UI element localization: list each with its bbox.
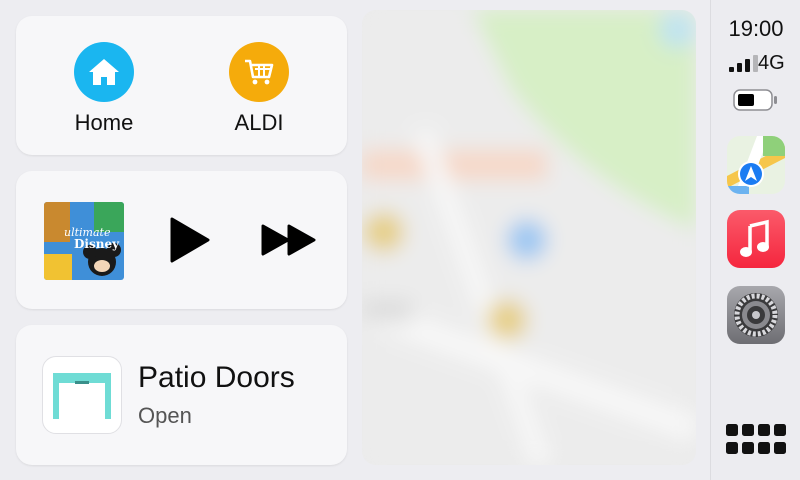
app-grid-icon[interactable]	[726, 424, 786, 458]
accessory-title: Patio Doors	[138, 361, 295, 394]
now-playing-card: ultimate Disney	[16, 171, 347, 309]
destination-aldi-label: ALDI	[234, 110, 284, 135]
play-button[interactable]	[166, 217, 212, 263]
destination-aldi[interactable]: ALDI	[199, 42, 319, 136]
settings-gear-icon[interactable]	[727, 286, 785, 344]
fast-forward-icon	[261, 224, 316, 256]
carplay-dashboard: Home ALDI ultimate Disney Patio Doors Op…	[0, 0, 800, 480]
play-icon	[170, 217, 210, 263]
svg-text:Disney: Disney	[74, 237, 120, 251]
music-app-icon[interactable]	[727, 210, 785, 268]
battery-icon	[733, 88, 779, 112]
maps-app-icon[interactable]	[727, 136, 785, 194]
garage-door-icon	[42, 356, 122, 434]
home-accessory-card[interactable]: Patio Doors Open	[16, 325, 347, 465]
network-type: 4G	[758, 52, 785, 74]
accessory-status: Open	[138, 403, 192, 428]
house-icon	[74, 42, 134, 102]
cart-icon	[229, 42, 289, 102]
album-art[interactable]: ultimate Disney	[44, 202, 124, 280]
destination-home-label: Home	[74, 110, 134, 135]
fast-forward-button[interactable]	[260, 223, 318, 257]
status-sidebar: 19:00	[710, 0, 800, 480]
destination-home[interactable]: Home	[44, 42, 164, 136]
clock: 19:00	[728, 16, 784, 41]
destinations-card: Home ALDI	[16, 16, 347, 155]
map-view[interactable]	[362, 10, 696, 465]
